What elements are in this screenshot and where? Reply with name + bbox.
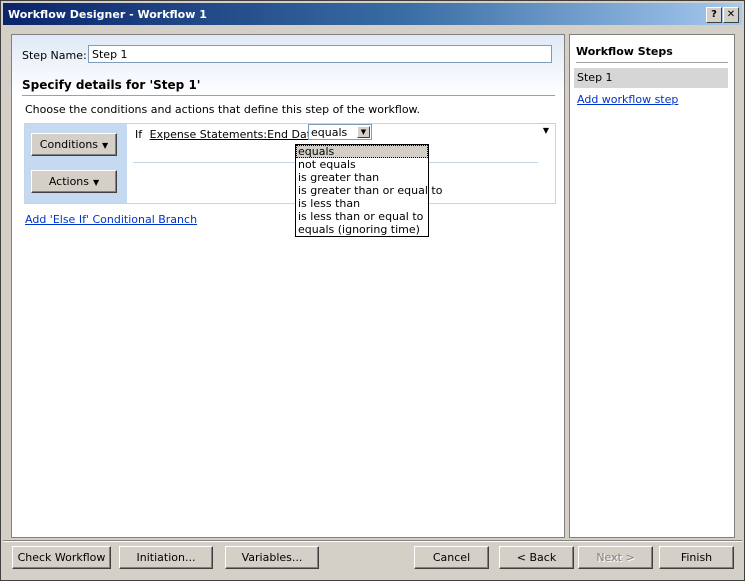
close-button[interactable]: ✕ [723,7,739,23]
conditions-button-label: Conditions [39,138,99,151]
condition-line: If Expense Statements:End Date [135,128,318,141]
instructions-text: Choose the conditions and actions that d… [25,103,421,116]
cancel-button[interactable]: Cancel [414,546,489,569]
actions-button-label: Actions [48,175,90,188]
condition-rule-box: Conditions ▼ Actions ▼ If Expense Statemen… [24,123,556,204]
variables-button[interactable]: Variables... [225,546,319,569]
workflow-steps-panel: Workflow Steps Step 1 Add workflow step [569,34,735,538]
dropdown-arrow-icon[interactable]: ▼ [357,126,370,138]
section-heading: Specify details for 'Step 1' [22,78,555,96]
title-bar[interactable]: Workflow Designer - Workflow 1 ? ✕ [3,3,742,25]
operator-option[interactable]: is less than [296,197,428,210]
if-label: If [135,128,143,141]
operator-option[interactable]: not equals [296,158,428,171]
workflow-step-item[interactable]: Step 1 [574,68,728,88]
step-name-label: Step Name: [22,49,87,62]
operator-option[interactable]: is greater than [296,171,428,184]
rule-menu-icon[interactable]: ▼ [543,126,549,135]
back-button[interactable]: < Back [499,546,574,569]
operator-select-value: equals [311,126,348,139]
add-workflow-step-link[interactable]: Add workflow step [577,93,678,106]
actions-button[interactable]: Actions ▼ [31,170,117,193]
workflow-designer-window: Workflow Designer - Workflow 1 ? ✕ Step … [0,0,745,581]
step-name-input[interactable] [88,45,552,63]
condition-field-link[interactable]: Expense Statements:End Date [150,128,318,141]
operator-option[interactable]: is greater than or equal to [296,184,442,197]
help-button[interactable]: ? [706,7,722,23]
operator-dropdown-list[interactable]: equals not equals is greater than is gre… [295,144,442,237]
step-details-panel: Step Name: Specify details for 'Step 1' … [11,34,565,538]
operator-option[interactable]: is less than or equal to [296,210,428,223]
window-title: Workflow Designer - Workflow 1 [8,8,207,21]
rule-buttons-column: Conditions ▼ Actions ▼ [25,124,127,203]
workflow-steps-title: Workflow Steps [576,45,728,63]
operator-select[interactable]: equals ▼ [308,124,372,140]
next-button[interactable]: Next > [578,546,653,569]
conditions-button[interactable]: Conditions ▼ [31,133,117,156]
footer-divider [3,540,742,542]
add-else-if-link[interactable]: Add 'Else If' Conditional Branch [25,213,197,226]
check-workflow-button[interactable]: Check Workflow [12,546,111,569]
initiation-button[interactable]: Initiation... [119,546,213,569]
operator-option[interactable]: equals (ignoring time) [296,223,428,236]
chevron-down-icon: ▼ [102,141,109,150]
finish-button[interactable]: Finish [659,546,734,569]
operator-option[interactable]: equals [296,145,428,158]
chevron-down-icon: ▼ [93,178,100,187]
